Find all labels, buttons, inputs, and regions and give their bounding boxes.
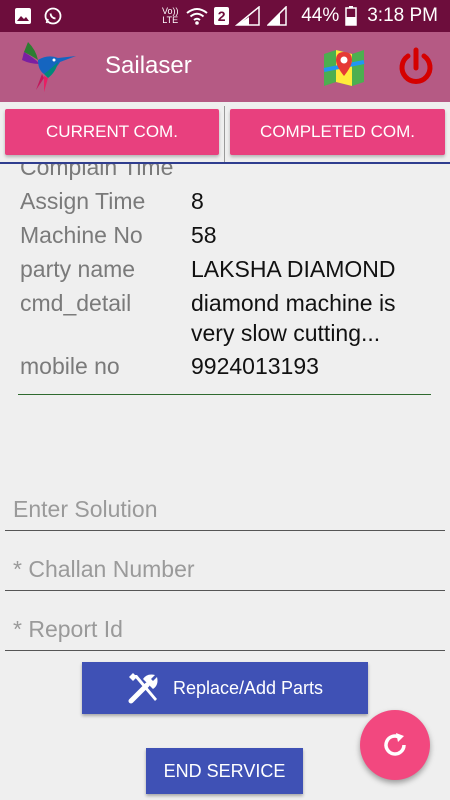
complaint-details[interactable]: Complain Time Assign Time 8 Machine No 5… [0,164,450,414]
detail-value: 9924013193 [191,353,319,379]
replace-add-parts-label: Replace/Add Parts [172,677,324,698]
whatsapp-icon [44,7,62,25]
challan-number-field[interactable] [5,549,445,591]
tools-icon [128,673,158,704]
refresh-icon [384,733,406,756]
end-service-button[interactable]: END SERVICE [146,748,303,794]
refresh-fab[interactable] [360,710,430,780]
detail-label: mobile no [20,353,120,379]
detail-value: LAKSHA DIAMOND [191,256,396,282]
detail-value: 8 [191,188,204,214]
clock: 3:18 PM [367,5,438,26]
signal-icon [235,6,260,26]
status-bar: Vo)) LTE 2 44% 3:18 PM [0,0,450,32]
replace-add-parts-button[interactable]: Replace/Add Parts [82,662,368,714]
report-id-field[interactable] [5,609,445,651]
wifi-icon [186,8,208,25]
volte-indicator: Vo)) LTE [161,6,179,25]
solution-input[interactable] [5,489,445,530]
report-id-input[interactable] [5,609,445,650]
detail-value: diamond machine is very slow cutting... [191,290,396,346]
battery-percent: 44% [301,5,340,26]
app-title: Sailaser [105,52,192,79]
detail-label: cmd_detail [20,290,132,316]
tab-divider [224,106,225,162]
tab-bar: CURRENT COM. COMPLETED COM. [0,102,450,164]
detail-label: Machine No [20,222,143,248]
gallery-icon [15,8,31,24]
solution-field[interactable] [5,489,445,531]
sim-badge: 2 [214,7,230,25]
power-icon[interactable] [394,46,438,90]
map-icon[interactable] [322,48,366,88]
hummingbird-logo-icon [22,42,76,92]
tab-completed-complaints[interactable]: COMPLETED COM. [230,109,445,155]
tab-current-complaints[interactable]: CURRENT COM. [5,109,219,155]
signal-2-icon [267,6,287,26]
detail-value: 58 [191,222,217,248]
detail-label: Complain Time [20,164,174,180]
detail-label: Assign Time [20,188,146,214]
battery-icon [345,6,357,26]
app-bar: Sailaser [0,32,450,102]
detail-divider [18,394,431,395]
challan-number-input[interactable] [5,549,445,590]
detail-label: party name [20,256,136,282]
